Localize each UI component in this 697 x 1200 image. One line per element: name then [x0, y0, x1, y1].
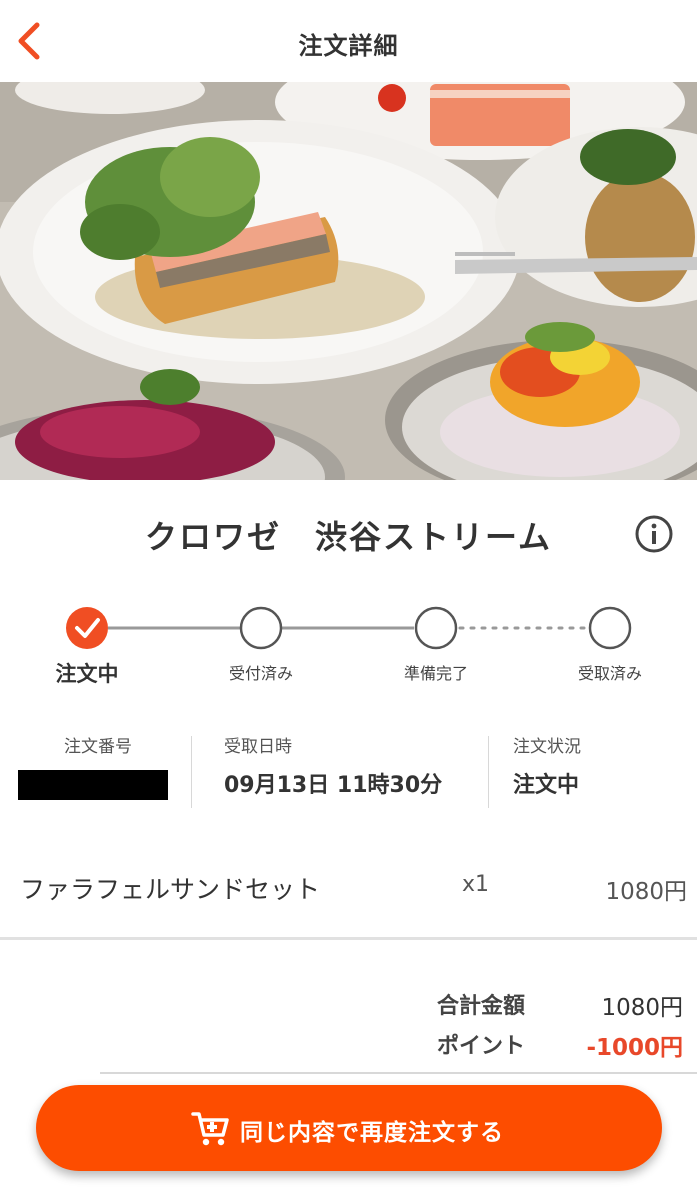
order-status-block: 注文状況 注文中	[513, 732, 581, 799]
cart-icon	[191, 1112, 229, 1146]
step-label-picked-up: 受取済み	[577, 664, 642, 683]
pickup-time-block: 受取日時 09月13日 11時30分	[224, 732, 442, 799]
points-value: -1000円	[586, 1035, 683, 1061]
order-number-block: 注文番号	[18, 732, 178, 800]
order-progress: 注文中 受付済み 準備完了 受取済み	[0, 600, 697, 700]
divider	[100, 1072, 697, 1074]
reorder-button[interactable]: 同じ内容で再度注文する	[36, 1085, 662, 1171]
store-hero-image	[0, 82, 697, 480]
step-label-accepted: 受付済み	[228, 664, 293, 683]
step-circle	[588, 606, 632, 650]
divider	[191, 736, 192, 808]
pickup-time-value: 09月13日 11時30分	[224, 773, 443, 798]
list-item: ファラフェルサンドセット x1 1080円	[0, 864, 697, 908]
step-check-icon	[66, 607, 108, 649]
order-number-redacted	[18, 770, 168, 800]
step-circle	[239, 606, 283, 650]
info-icon	[635, 515, 673, 553]
item-name: ファラフェルサンドセット	[20, 875, 321, 904]
subtotal-label: 合計金額	[437, 994, 526, 1019]
order-meta: 注文番号 受取日時 09月13日 11時30分 注文状況 注文中	[0, 732, 697, 812]
step-label-ready: 準備完了	[403, 664, 468, 683]
order-number-label: 注文番号	[64, 737, 132, 757]
store-name: クロワゼ 渋谷ストリーム	[144, 518, 553, 556]
reorder-button-label: 同じ内容で再度注文する	[240, 1120, 504, 1146]
step-circle	[414, 606, 458, 650]
pickup-time-label: 受取日時	[224, 737, 292, 757]
item-price: 1080円	[605, 879, 687, 905]
divider	[488, 736, 489, 808]
page-title: 注文詳細	[298, 32, 399, 60]
header: 注文詳細	[0, 0, 697, 82]
step-label-ordering: 注文中	[55, 662, 119, 686]
store-info-button[interactable]	[634, 514, 674, 554]
divider	[0, 937, 697, 940]
item-quantity: x1	[462, 872, 490, 897]
order-status-label: 注文状況	[513, 737, 581, 757]
subtotal-value: 1080円	[601, 995, 683, 1021]
order-status-value: 注文中	[513, 773, 580, 798]
points-label: ポイント	[437, 1034, 526, 1059]
